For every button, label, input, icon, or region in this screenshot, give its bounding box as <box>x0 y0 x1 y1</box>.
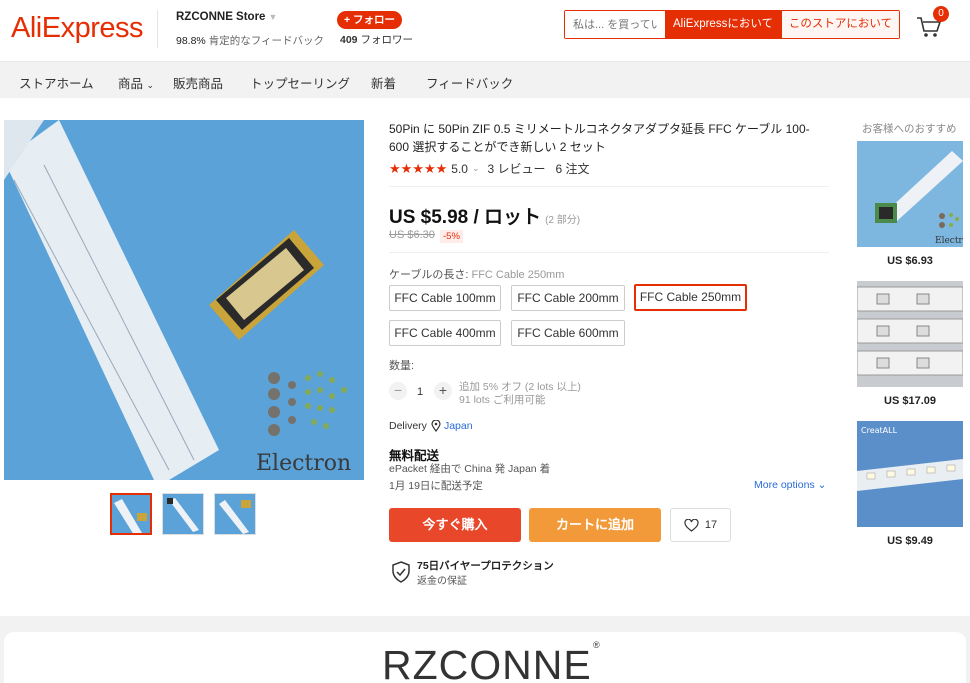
cart-count-badge: 0 <box>933 6 949 22</box>
store-name-text: RZCONNE Store <box>176 11 266 23</box>
divider <box>389 186 829 187</box>
nav-store-home[interactable]: ストアホーム <box>19 73 94 92</box>
thumbnail-image <box>215 494 255 534</box>
option-cable-250mm[interactable]: FFC Cable 250mm <box>634 284 747 311</box>
quantity-value[interactable]: 1 <box>417 386 423 398</box>
product-rating[interactable]: ★★★★★ 5.0 ⌄ 3 レビュー 6 注文 <box>389 160 590 177</box>
store-nav: ストアホーム 商品 ⌄ 販売商品 トップセーリング 新着 フィードバック <box>0 61 970 98</box>
store-feedback: 98.8% 肯定的なフィードバック <box>176 33 324 48</box>
followers-label: フォロワー <box>360 34 413 46</box>
shipping-method: ePacket 経由で China 発 Japan 着 <box>389 463 551 475</box>
nav-new-arrivals[interactable]: 新着 <box>371 73 396 92</box>
store-name[interactable]: RZCONNE Store ▼ <box>176 11 277 23</box>
buyer-protection-sub: 返金の保証 <box>417 576 467 587</box>
prop-label-text: ケーブルの長さ: <box>389 269 469 281</box>
nav-products-label: 商品 <box>118 77 144 91</box>
add-to-cart-button[interactable]: カートに追加 <box>529 508 661 542</box>
divider <box>389 252 829 253</box>
store-banner-logo: RZCONNE <box>382 642 592 683</box>
shipping-date: 1月 19日に配送予定 <box>389 480 483 492</box>
recommendations-title: お客様へのおすすめ <box>862 123 957 135</box>
chevron-down-icon: ⌄ <box>471 163 480 173</box>
review-count[interactable]: 3 レビュー <box>488 160 546 177</box>
thumbnail-1[interactable] <box>110 493 152 535</box>
wishlist-button[interactable]: 17 <box>670 508 731 542</box>
search-store-button[interactable]: このストアにおいて <box>781 11 899 38</box>
buyer-protection-title: 75日バイヤープロテクション <box>417 560 554 572</box>
prop-selected-value: FFC Cable 250mm <box>471 269 565 281</box>
option-cable-200mm[interactable]: FFC Cable 200mm <box>511 285 625 311</box>
search-aliexpress-button[interactable]: AliExpressにおいて <box>665 11 781 38</box>
heart-icon <box>684 518 699 532</box>
ffc-cable-photo: Electron <box>4 120 364 480</box>
discount-badge: -5% <box>440 230 463 243</box>
quantity-decrease-button[interactable]: − <box>389 382 407 400</box>
recommendation-image-1[interactable]: Electron <box>857 141 963 247</box>
price-unit-note: (2 部分) <box>545 215 581 226</box>
buy-now-button[interactable]: 今すぐ購入 <box>389 508 521 542</box>
divider <box>157 10 158 48</box>
store-feedback-label: 肯定的なフィードバック <box>208 35 324 47</box>
search-bar: AliExpressにおいて このストアにおいて <box>564 10 900 39</box>
thumbnail-image <box>163 494 203 534</box>
svg-text:Electron: Electron <box>256 451 351 476</box>
nav-sale-items[interactable]: 販売商品 <box>173 73 223 92</box>
price-value: US $5.98 / ロット <box>389 207 542 228</box>
thumbnail-3[interactable] <box>214 493 256 535</box>
cable-length-label: ケーブルの長さ: FFC Cable 250mm <box>389 266 564 282</box>
option-cable-600mm[interactable]: FFC Cable 600mm <box>511 320 625 346</box>
quantity-available-note: 91 lots ご利用可能 <box>459 394 546 406</box>
original-price: US $6.30 <box>389 229 435 241</box>
shield-check-icon <box>392 561 410 583</box>
delivery-destination: Delivery Japan <box>389 420 473 432</box>
recommendation-price-3[interactable]: US $9.49 <box>857 535 963 547</box>
recommendation-photo: CreatALL <box>857 421 963 527</box>
chevron-down-icon: ▼ <box>268 12 278 22</box>
chevron-down-icon: ⌄ <box>146 80 155 90</box>
follow-button[interactable]: + フォロー <box>337 11 403 29</box>
more-options-link[interactable]: More options ⌄ <box>754 479 826 491</box>
product-price: US $5.98 / ロット (2 部分) <box>389 202 580 229</box>
svg-text:Electron: Electron <box>935 236 963 246</box>
store-feedback-pct: 98.8% <box>176 35 206 47</box>
quantity-increase-button[interactable]: + <box>434 382 452 400</box>
option-cable-400mm[interactable]: FFC Cable 400mm <box>389 320 501 346</box>
nav-products[interactable]: 商品 ⌄ <box>118 73 154 92</box>
option-cable-100mm[interactable]: FFC Cable 100mm <box>389 285 501 311</box>
recommendation-image-3[interactable]: CreatALL <box>857 421 963 527</box>
aliexpress-logo[interactable]: AliExpress <box>11 12 144 45</box>
delivery-label: Delivery <box>389 420 427 432</box>
product-title: 50Pin に 50Pin ZIF 0.5 ミリメートルコネクタアダプタ延長 F… <box>389 122 810 154</box>
registered-mark: ® <box>593 640 600 650</box>
rating-value: 5.0 <box>451 161 468 176</box>
recommendation-photo: Electron <box>857 141 963 247</box>
wishlist-count: 17 <box>704 519 718 531</box>
order-count: 6 注文 <box>555 162 590 176</box>
recommendation-price-2[interactable]: US $17.09 <box>857 395 963 407</box>
more-options-label: More options <box>754 479 815 491</box>
nav-top-selling[interactable]: トップセーリング <box>250 73 350 92</box>
recommendation-price-1[interactable]: US $6.93 <box>857 255 963 267</box>
search-input[interactable] <box>565 11 665 38</box>
followers-count: 409 <box>340 34 358 46</box>
chevron-down-icon: ⌄ <box>817 479 827 491</box>
store-banner: RZCONNE ® <box>4 632 966 683</box>
followers: 409 フォロワー <box>340 32 413 47</box>
delivery-location-link[interactable]: Japan <box>444 420 473 432</box>
store-header: AliExpress RZCONNE Store ▼ 98.8% 肯定的なフィード… <box>0 0 970 61</box>
quantity-label: 数量: <box>389 360 415 372</box>
product-main-image[interactable]: Electron <box>4 120 364 480</box>
recommendation-photo <box>857 281 963 387</box>
product-main: Electron 50Pin に 50Pin ZIF 0.5 ミリメートルコネク… <box>0 98 970 616</box>
svg-text:CreatALL: CreatALL <box>861 426 898 435</box>
location-pin-icon <box>431 420 441 432</box>
thumbnail-image <box>112 495 150 533</box>
rating-stars-icon: ★★★★★ <box>389 160 448 176</box>
recommendation-image-2[interactable] <box>857 281 963 387</box>
nav-feedback[interactable]: フィードバック <box>426 73 513 92</box>
thumbnail-2[interactable] <box>162 493 204 535</box>
